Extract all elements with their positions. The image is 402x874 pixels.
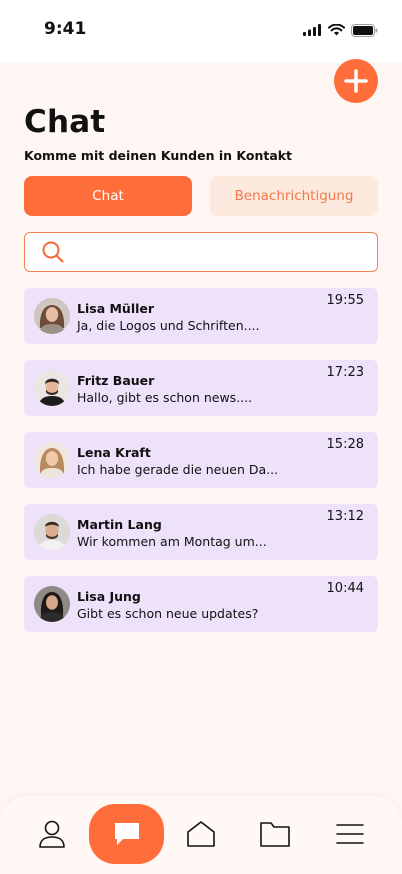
chat-icon xyxy=(114,823,139,845)
chat-time: 15:28 xyxy=(326,437,364,452)
add-chat-button[interactable] xyxy=(334,59,378,103)
chat-item-lisa-jung[interactable]: Lisa Jung Gibt es schon neue updates? 10… xyxy=(24,576,378,632)
wifi-icon xyxy=(328,24,345,36)
nav-files[interactable] xyxy=(257,818,293,850)
status-bar: 9:41 xyxy=(0,0,402,62)
signal-icon xyxy=(303,24,321,36)
avatar xyxy=(34,586,70,622)
search-box[interactable] xyxy=(24,232,378,272)
chat-message-preview: Ja, die Logos und Schriften.... xyxy=(77,318,260,333)
chat-name: Lena Kraft xyxy=(77,445,151,460)
chat-name: Martin Lang xyxy=(77,517,162,532)
search-input[interactable] xyxy=(77,239,371,267)
nav-chat[interactable] xyxy=(89,804,164,864)
chat-item-lisa-mueller[interactable]: Lisa Müller Ja, die Logos und Schriften.… xyxy=(24,288,378,344)
page-title: Chat xyxy=(24,104,106,140)
tab-chat[interactable]: Chat xyxy=(24,176,192,216)
chat-time: 13:12 xyxy=(326,509,364,524)
avatar xyxy=(34,514,70,550)
status-icons xyxy=(303,22,378,38)
menu-icon xyxy=(336,824,364,844)
avatar xyxy=(34,442,70,478)
folder-icon xyxy=(260,822,290,847)
chat-name: Fritz Bauer xyxy=(77,373,155,388)
avatar xyxy=(34,298,70,334)
chat-list: Lisa Müller Ja, die Logos und Schriften.… xyxy=(24,288,378,648)
chat-message-preview: Ich habe gerade die neuen Da... xyxy=(77,462,279,477)
chat-item-fritz-bauer[interactable]: Fritz Bauer Hallo, gibt es schon news...… xyxy=(24,360,378,416)
bottom-nav xyxy=(0,796,402,874)
avatar xyxy=(34,370,70,406)
battery-icon xyxy=(351,23,378,37)
nav-profile[interactable] xyxy=(34,818,70,850)
status-time: 9:41 xyxy=(44,19,87,39)
chat-time: 19:55 xyxy=(326,293,364,308)
chat-item-martin-lang[interactable]: Martin Lang Wir kommen am Montag um... 1… xyxy=(24,504,378,560)
search-icon xyxy=(42,241,64,263)
chat-item-lena-kraft[interactable]: Lena Kraft Ich habe gerade die neuen Da.… xyxy=(24,432,378,488)
plus-icon xyxy=(344,69,368,93)
home-icon xyxy=(187,821,215,847)
chat-message-preview: Hallo, gibt es schon news.... xyxy=(77,390,253,405)
profile-icon xyxy=(39,820,65,848)
chat-time: 10:44 xyxy=(326,581,364,596)
tab-notifications[interactable]: Benachrichtigung xyxy=(210,176,378,216)
chat-name: Lisa Müller xyxy=(77,301,155,316)
nav-home[interactable] xyxy=(183,818,219,850)
chat-time: 17:23 xyxy=(326,365,364,380)
chat-name: Lisa Jung xyxy=(77,589,141,604)
chat-message-preview: Gibt es schon neue updates? xyxy=(77,606,259,621)
chat-message-preview: Wir kommen am Montag um... xyxy=(77,534,267,549)
page-subtitle: Komme mit deinen Kunden in Kontakt xyxy=(24,148,293,163)
nav-menu[interactable] xyxy=(332,818,368,850)
